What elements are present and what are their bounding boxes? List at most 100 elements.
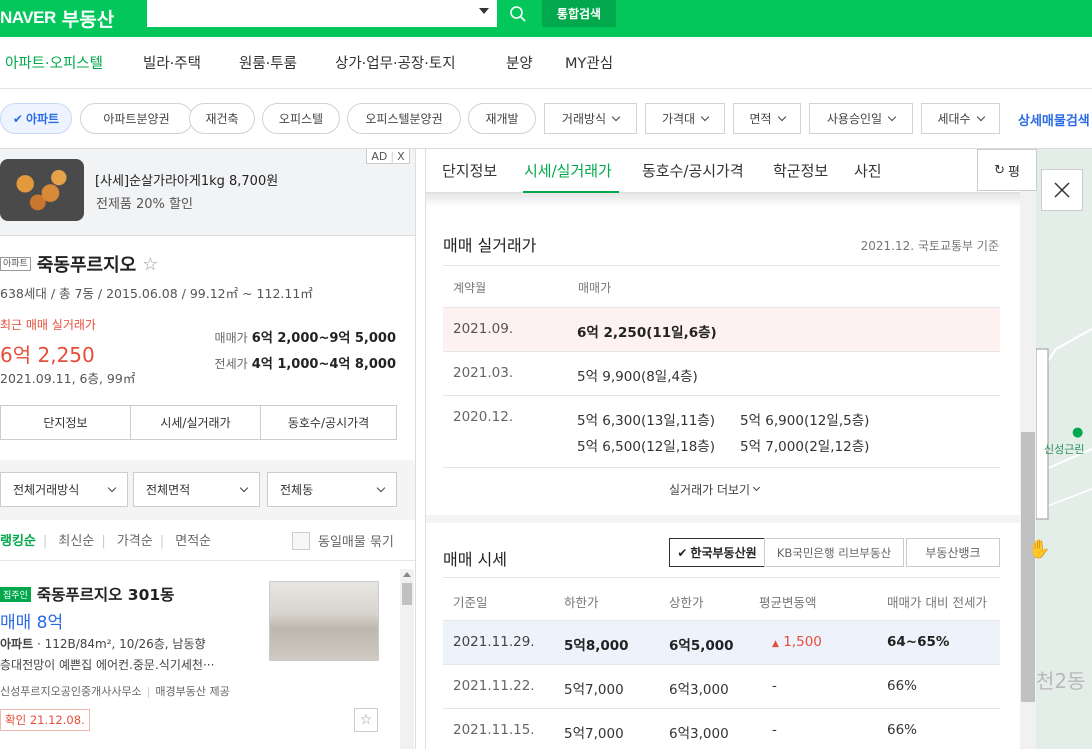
nav-oneroom[interactable]: 원룸·투룸 (239, 52, 297, 73)
listing-desc: 층대전망이 예쁜집 에어컨.중문.식기세천··· (0, 658, 215, 672)
tab-school[interactable]: 학군정보 (773, 160, 828, 181)
nav-apt-officetel[interactable]: 아파트·오피스텔 (5, 52, 103, 73)
source-kb-button[interactable]: KB국민은행 리브부동산 (764, 538, 904, 567)
complex-info: 638세대 / 총 7동 / 2015.06.08 / 99.12㎡ ~ 112… (0, 286, 313, 301)
complex-name: 죽동푸르지오 (36, 255, 137, 276)
listing-star-icon[interactable]: ☆ (354, 708, 378, 732)
dropdown-approval-date[interactable]: 사용승인일 (809, 103, 913, 134)
market-row-date: 2021.11.29. (453, 634, 535, 650)
market-header-change: 평균변동액 (759, 595, 817, 610)
more-trades-link[interactable]: 실거래가 더보기 (669, 481, 761, 498)
trade-section-title: 매매 실거래가 (443, 236, 537, 255)
market-row-date: 2021.11.22. (453, 678, 535, 694)
chip-apartment[interactable]: ✔ 아파트 (0, 103, 72, 134)
search-button[interactable] (500, 0, 536, 27)
nav-my-interest[interactable]: MY관심 (565, 52, 613, 73)
complex-info-button[interactable]: 단지정보 (0, 405, 131, 440)
tab-photos[interactable]: 사진 (854, 160, 882, 181)
check-icon: ✔ (12, 111, 23, 126)
map-poi-label[interactable]: 신성근린 (1044, 441, 1084, 457)
market-row-ratio: 66% (887, 678, 918, 694)
dropdown-all-trade[interactable]: 전체거래방식 (0, 472, 128, 507)
dropdown-all-area[interactable]: 전체면적 (133, 472, 260, 507)
sort-ranking[interactable]: 랭킹순 (0, 534, 36, 549)
trade-row-price: 5억 7,000(2일,12층) (740, 439, 870, 455)
service-name: 부동산 (61, 8, 115, 31)
trade-row-month: 2020.12. (453, 409, 514, 425)
dropdown-area[interactable]: 면적 (733, 103, 801, 134)
map-area[interactable]: ● 신성근린 천2동 ✋ (1028, 149, 1092, 749)
sort-latest[interactable]: 최신순 (58, 534, 94, 549)
chip-officetel[interactable]: 오피스텔 (262, 103, 340, 134)
tab-price-trade[interactable]: 시세/실거래가 (524, 160, 612, 181)
nav-commercial[interactable]: 상가·업무·공장·토지 (335, 52, 456, 73)
close-button[interactable] (1041, 169, 1083, 211)
checkbox-icon[interactable] (292, 531, 310, 550)
source-bank-button[interactable]: 부동산뱅크 (906, 538, 1000, 567)
naver-logo-text: NAVER (0, 8, 56, 27)
complex-header: 아파트 죽동푸르지오 ☆ (0, 251, 158, 277)
market-header-date: 기준일 (453, 595, 488, 610)
sale-price-range: 매매가 6억 2,000~9억 5,000 (214, 331, 396, 346)
refresh-icon: ↻ (994, 162, 1005, 178)
source-kab-button[interactable]: ✔ 한국부동산원 (669, 538, 765, 567)
listing-thumbnail[interactable] (269, 581, 379, 661)
chip-redevelop[interactable]: 재개발 (468, 103, 536, 134)
tab-unit-price[interactable]: 동호수/공시가격 (642, 160, 744, 181)
listing-agent: 신성푸르지오공인중개사사무소 | 매경부동산 제공 (0, 685, 230, 698)
listing-header[interactable]: 집주인 죽동푸르지오 301동 (0, 583, 174, 605)
chip-rebuild[interactable]: 재건축 (189, 103, 255, 134)
unit-toggle-button[interactable]: ↻ 평 (977, 149, 1037, 191)
chevron-down-icon (700, 112, 710, 121)
market-row-ratio: 66% (887, 722, 918, 738)
chip-apt-presale-right[interactable]: 아파트분양권 (80, 103, 193, 134)
sort-price[interactable]: 가격순 (117, 534, 153, 549)
divider (443, 577, 1000, 578)
group-listings-toggle[interactable]: 동일매물 묶기 (292, 531, 394, 550)
trade-header-month: 계약월 (453, 281, 487, 295)
market-section-title: 매매 시세 (443, 550, 507, 569)
dropdown-trade-type[interactable]: 거래방식 (544, 103, 637, 134)
price-trade-button[interactable]: 시세/실거래가 (130, 405, 261, 440)
search-input[interactable] (147, 0, 497, 27)
recent-trade-price: 6억 2,250 (0, 343, 95, 367)
market-row-date: 2021.11.15. (453, 722, 535, 738)
dropdown-price[interactable]: 가격대 (645, 103, 725, 134)
unit-price-button[interactable]: 동호수/공시가격 (260, 405, 397, 440)
chevron-down-icon (976, 112, 985, 121)
search-dropdown-icon[interactable] (479, 8, 489, 14)
naver-realestate-logo[interactable]: NAVER 부동산 (0, 4, 114, 32)
divider (443, 351, 1000, 352)
divider (443, 664, 1000, 665)
close-icon[interactable]: X (397, 150, 405, 163)
market-row-high: 6억5,000 (669, 638, 734, 654)
chevron-down-icon (753, 483, 761, 492)
market-row-high: 6억3,000 (669, 726, 729, 742)
nav-villa-house[interactable]: 빌라·주택 (143, 52, 201, 73)
detail-scrollbar-thumb[interactable] (1021, 432, 1035, 702)
divider (443, 467, 1000, 468)
recent-trade-detail: 2021.09.11, 6층, 99㎡ (0, 371, 136, 386)
list-scrollbar[interactable] (400, 569, 414, 749)
ad-banner[interactable]: [사세]순살가라아게1kg 8,700원 전제품 20% 할인 AD | X (0, 149, 415, 235)
unified-search-button[interactable]: 통합검색 (542, 0, 616, 27)
left-panel: [사세]순살가라아게1kg 8,700원 전제품 20% 할인 AD | X 아파트… (0, 149, 416, 749)
detail-search-link[interactable]: 상세매물검색 (1018, 110, 1090, 129)
dropdown-households[interactable]: 세대수 (921, 103, 1000, 134)
scroll-up-icon[interactable] (403, 572, 411, 577)
chevron-down-icon (777, 112, 786, 121)
dropdown-all-dong[interactable]: 전체동 (267, 472, 397, 507)
nav-presale[interactable]: 분양 (506, 52, 533, 73)
ad-title: [사세]순살가라아게1kg 8,700원 (95, 174, 279, 189)
favorite-star-icon[interactable]: ☆ (142, 254, 158, 275)
detail-panel: 단지정보 시세/실거래가 동호수/공시가격 학군정보 사진 매매 실거래가 20… (425, 149, 1022, 749)
list-scrollbar-thumb[interactable] (402, 583, 412, 605)
tab-complex-info[interactable]: 단지정보 (442, 160, 497, 181)
owner-badge: 집주인 (0, 586, 31, 602)
listing-price: 매매 8억 (0, 613, 64, 633)
sort-area[interactable]: 면적순 (175, 534, 211, 549)
chip-officetel-presale[interactable]: 오피스텔분양권 (347, 103, 461, 134)
filter-bar: ✔ 아파트 아파트분양권 재건축 오피스텔 오피스텔분양권 재개발 거래방식 가격… (0, 89, 1092, 149)
chevron-down-icon (611, 112, 621, 121)
ad-tag[interactable]: AD | X (366, 149, 410, 164)
